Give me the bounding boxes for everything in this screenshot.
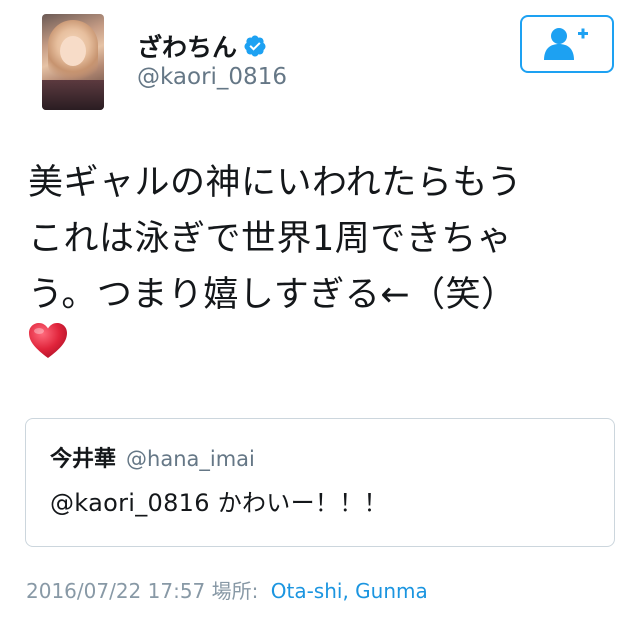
red-heart-icon: [29, 323, 67, 358]
profile-name-row: ざわちん: [137, 28, 267, 64]
display-name[interactable]: ざわちん: [137, 28, 237, 64]
follow-button[interactable]: [520, 15, 614, 73]
tweet-text: 美ギャルの神にいわれたらもう これは泳ぎで世界1周できちゃ う。つまり嬉しすぎる…: [28, 155, 608, 323]
add-user-icon: [544, 28, 588, 60]
location-label: 場所:: [211, 579, 259, 603]
tweet-text-line: これは泳ぎで世界1周できちゃ: [28, 219, 513, 259]
avatar[interactable]: [42, 14, 104, 110]
profile-handle[interactable]: @kaori_0816: [137, 64, 287, 90]
quoted-tweet-name: 今井華: [50, 447, 117, 472]
quoted-tweet-handle: @hana_imai: [126, 447, 255, 471]
verified-badge-icon: [244, 35, 266, 57]
tweet-text-line: う。つまり嬉しすぎる←（笑）: [28, 275, 517, 315]
location-link[interactable]: Ota-shi, Gunma: [271, 579, 428, 603]
quoted-tweet-header: 今井華 @hana_imai: [50, 441, 255, 473]
quoted-tweet-text: @kaori_0816 かわいー！！！: [50, 489, 388, 517]
avatar-face: [60, 36, 86, 66]
avatar-shirt: [42, 80, 104, 110]
tweet-text-line: 美ギャルの神にいわれたらもう: [28, 163, 523, 203]
quoted-tweet-card[interactable]: 今井華 @hana_imai @kaori_0816 かわいー！！！: [25, 418, 615, 547]
tweet-timestamp[interactable]: 2016/07/22 17:57: [26, 579, 205, 603]
tweet-meta: 2016/07/22 17:57 場所: Ota-shi, Gunma: [26, 575, 428, 604]
